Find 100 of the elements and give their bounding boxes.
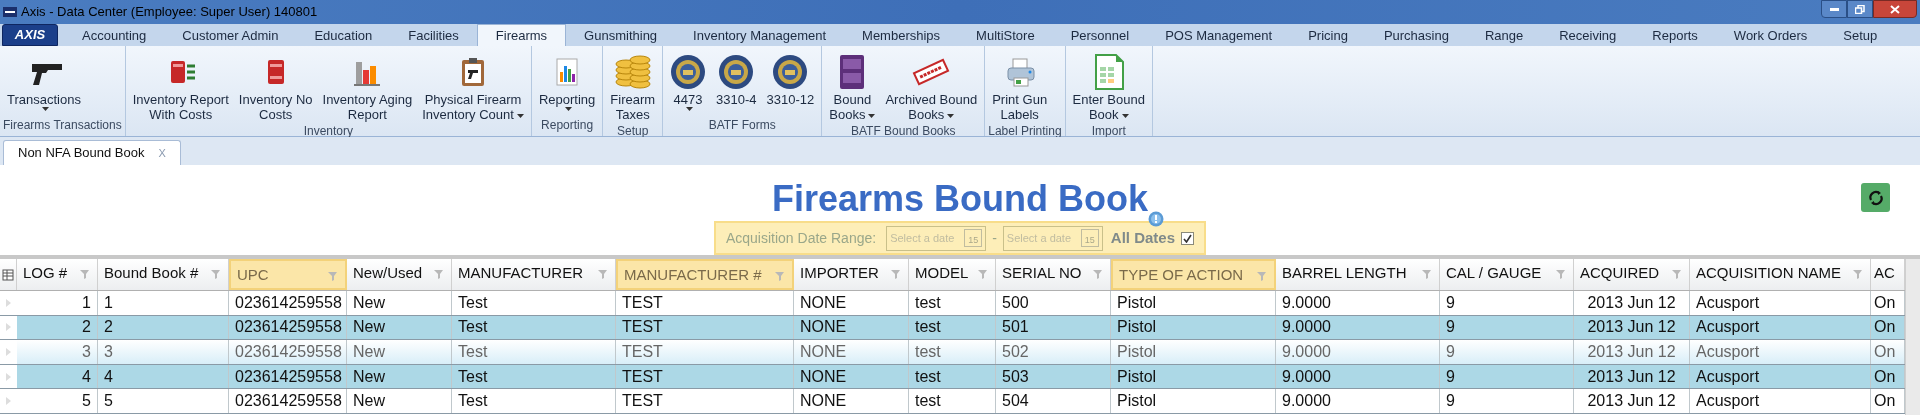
menu-tab[interactable]: Accounting bbox=[64, 26, 165, 46]
menu-tab[interactable]: Gunsmithing bbox=[566, 26, 676, 46]
column-header[interactable]: MANUFACTURER # bbox=[616, 259, 794, 290]
ribbon-button[interactable]: Print Gun Labels bbox=[987, 46, 1053, 122]
menu-tab[interactable]: Range bbox=[1466, 26, 1542, 46]
row-indicator-icon bbox=[6, 397, 11, 406]
column-header[interactable]: BARREL LENGTH bbox=[1276, 259, 1440, 290]
filter-icon[interactable] bbox=[79, 268, 91, 280]
table-row[interactable]: 2 2 023614259558 New Test TEST NONE test 501 Pistol 9.0000 9 2013 Jun 12 Acusport On bbox=[0, 315, 1905, 341]
ribbon-button[interactable]: Physical Firearm Inventory Count bbox=[417, 46, 529, 122]
menu-tab[interactable]: Personnel bbox=[1052, 26, 1148, 46]
column-header[interactable]: ACQUISITION NAME bbox=[1690, 259, 1871, 290]
table-cell-text: NONE bbox=[800, 292, 847, 313]
ribbon-button[interactable]: Enter Bound Book bbox=[1067, 46, 1150, 122]
menu-tab[interactable]: Facilities bbox=[390, 26, 477, 46]
menu-tab[interactable]: Work Orders bbox=[1715, 26, 1826, 46]
column-chooser-icon[interactable] bbox=[2, 268, 14, 281]
app-logo[interactable]: AXIS bbox=[2, 24, 58, 46]
column-header[interactable]: New/Used bbox=[347, 259, 452, 290]
ribbon-button[interactable]: Bound Books bbox=[824, 46, 881, 122]
table-cell-text: On bbox=[1874, 391, 1896, 412]
refresh-button[interactable] bbox=[1861, 183, 1890, 212]
table-row[interactable]: 4 4 023614259558 New Test TEST NONE test 503 Pistol 9.0000 9 2013 Jun 12 Acusport On bbox=[0, 364, 1905, 390]
table-cell-text: 1 bbox=[104, 292, 113, 313]
table-cell-text: 2013 Jun 12 bbox=[1587, 317, 1676, 338]
row-indicator-icon bbox=[6, 323, 11, 332]
filter-icon[interactable] bbox=[327, 270, 339, 282]
menu-tab[interactable]: Reports bbox=[1634, 26, 1716, 46]
filter-icon[interactable] bbox=[1256, 270, 1268, 282]
ribbon-button[interactable]: 3310-4 bbox=[711, 46, 762, 116]
filter-icon[interactable] bbox=[1555, 268, 1567, 280]
column-header[interactable]: CAL / GAUGE bbox=[1440, 259, 1574, 290]
table-cell-text: TEST bbox=[622, 292, 663, 313]
ribbon-button[interactable]: Archived Bound Books bbox=[880, 46, 983, 122]
column-header[interactable]: UPC bbox=[229, 259, 347, 290]
column-label: New/Used bbox=[353, 263, 424, 283]
filter-icon[interactable] bbox=[433, 268, 445, 280]
table-row[interactable]: 1 1 023614259558 New Test TEST NONE test 500 Pistol 9.0000 9 2013 Jun 12 Acusport On bbox=[0, 291, 1905, 316]
ribbon-button[interactable]: Reporting bbox=[533, 46, 601, 116]
close-button[interactable] bbox=[1873, 0, 1917, 18]
ribbon-button[interactable]: Inventory Report With Costs bbox=[127, 46, 234, 122]
menu-tab[interactable]: Receiving bbox=[1541, 26, 1635, 46]
table-cell-text: 023614259558 bbox=[235, 391, 342, 412]
table-cell-text: 9.0000 bbox=[1282, 391, 1331, 412]
column-header[interactable]: ACQUIRED bbox=[1574, 259, 1690, 290]
all-dates-checkbox[interactable] bbox=[1181, 231, 1195, 245]
help-icon[interactable] bbox=[1148, 211, 1165, 227]
column-header[interactable]: IMPORTER bbox=[794, 259, 909, 290]
filter-icon[interactable] bbox=[1092, 268, 1104, 280]
filter-icon[interactable] bbox=[1852, 268, 1864, 280]
menu-tab[interactable]: Purchasing bbox=[1365, 26, 1467, 46]
column-label: MODEL bbox=[915, 263, 970, 283]
ribbon-button[interactable]: 3310-12 bbox=[761, 46, 820, 116]
seal-icon bbox=[772, 54, 809, 90]
table-cell-text: On bbox=[1874, 317, 1896, 338]
menu-tab[interactable]: Memberships bbox=[844, 26, 959, 46]
menu-tab[interactable]: Inventory Management bbox=[675, 26, 845, 46]
restore-icon bbox=[1855, 4, 1865, 14]
menu-tab[interactable]: Pricing bbox=[1290, 26, 1366, 46]
restore-button[interactable] bbox=[1847, 0, 1873, 18]
table-cell-text: test bbox=[915, 317, 941, 338]
table-cell-text: 023614259558 bbox=[235, 292, 342, 313]
filter-icon[interactable] bbox=[210, 268, 222, 280]
column-label: BARREL LENGTH bbox=[1282, 263, 1408, 283]
ribbon-button[interactable]: Transactions bbox=[2, 46, 86, 116]
table-row[interactable]: 3 3 023614259558 New Test TEST NONE test 502 Pistol 9.0000 9 2013 Jun 12 Acusport On bbox=[0, 340, 1905, 365]
filter-icon[interactable] bbox=[977, 268, 989, 280]
menu-tab[interactable]: Education bbox=[296, 26, 391, 46]
table-cell-text: test bbox=[915, 292, 941, 313]
document-tab[interactable]: Non NFA Bound Book X bbox=[3, 140, 181, 165]
vertical-scrollbar[interactable] bbox=[1905, 259, 1920, 415]
column-header[interactable]: LOG # bbox=[17, 259, 98, 290]
table-cell-text: 504 bbox=[1002, 391, 1029, 412]
ribbon-button[interactable]: Inventory No Costs bbox=[233, 46, 318, 122]
filter-icon[interactable] bbox=[890, 268, 902, 280]
menu-tab[interactable]: POS Management bbox=[1147, 26, 1291, 46]
column-label: LOG # bbox=[23, 263, 69, 283]
ribbon-group-label: Import bbox=[1090, 123, 1127, 140]
menu-tab[interactable]: Setup bbox=[1825, 26, 1896, 46]
column-header[interactable]: TYPE OF ACTION bbox=[1111, 259, 1276, 290]
ribbon-button[interactable]: Inventory Aging Report bbox=[317, 46, 418, 122]
column-header[interactable]: MODEL bbox=[909, 259, 996, 290]
menu-tab[interactable]: MultiStore bbox=[958, 26, 1053, 46]
table-row[interactable]: 5 5 023614259558 New Test TEST NONE test 504 Pistol 9.0000 9 2013 Jun 12 Acusport On bbox=[0, 389, 1905, 414]
table-cell-text: Test bbox=[458, 342, 488, 362]
minimize-button[interactable] bbox=[1821, 0, 1847, 18]
filter-icon[interactable] bbox=[774, 270, 786, 282]
ribbon-button[interactable]: Firearm Taxes bbox=[605, 46, 661, 122]
table-cell-text: 2013 Jun 12 bbox=[1587, 391, 1676, 412]
table-cell-text: TEST bbox=[622, 342, 663, 362]
date-input[interactable]: Select a date bbox=[890, 229, 963, 247]
menu-tab[interactable]: Customer Admin bbox=[164, 26, 297, 46]
date-input[interactable]: Select a date bbox=[1006, 229, 1079, 247]
filter-icon[interactable] bbox=[1671, 268, 1683, 280]
table-cell-text: 9.0000 bbox=[1282, 366, 1331, 387]
table-cell-text: New bbox=[353, 317, 385, 338]
filter-icon[interactable] bbox=[1421, 268, 1433, 280]
ribbon-button[interactable]: 4473 bbox=[665, 46, 712, 116]
filter-icon[interactable] bbox=[597, 268, 609, 280]
menu-tab[interactable]: Firearms bbox=[476, 24, 567, 46]
